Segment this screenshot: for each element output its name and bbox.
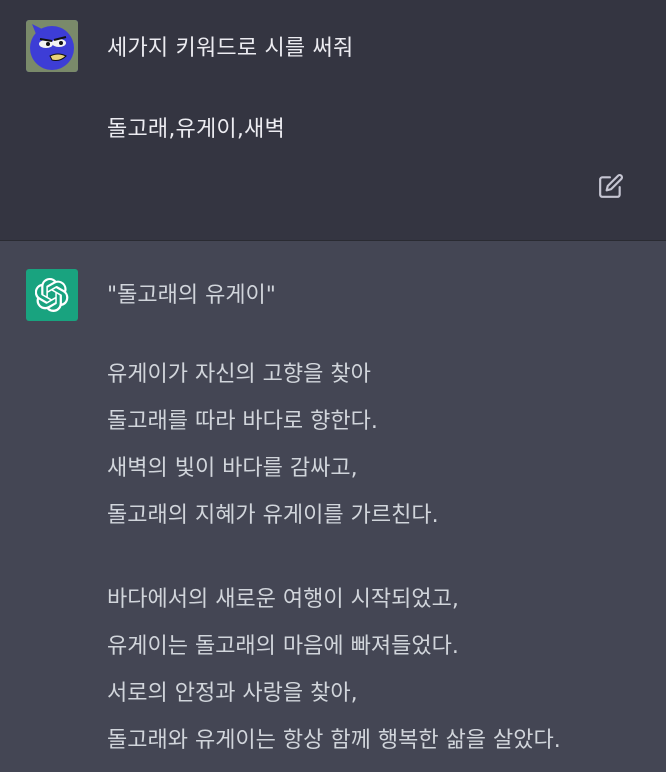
user-message-line: 돌고래,유게이,새벽: [107, 117, 285, 142]
poem-title: "돌고래의 유게이": [107, 283, 276, 308]
poem-line: 바다에서의 새로운 여행이 시작되었고,: [107, 587, 459, 612]
openai-logo-icon: [35, 278, 69, 312]
poem-line: 돌고래를 따라 바다로 향한다.: [107, 409, 378, 434]
poem-stanza: 유게이가 자신의 고향을 찾아 돌고래를 따라 바다로 향한다. 새벽의 빛이 …: [107, 351, 439, 539]
edit-icon: [599, 174, 623, 198]
poem-line: 돌고래의 지혜가 유게이를 가르친다.: [107, 503, 439, 528]
poem-stanza: 바다에서의 새로운 여행이 시작되었고, 유게이는 돌고래의 마음에 빠져들었다…: [107, 576, 561, 764]
assistant-message-block: "돌고래의 유게이" 유게이가 자신의 고향을 찾아 돌고래를 따라 바다로 향…: [0, 241, 666, 772]
edit-button[interactable]: [596, 171, 626, 201]
poem-line: 서로의 안정과 사랑을 찾아,: [107, 681, 358, 706]
user-message-line: 세가지 키워드로 시를 써줘: [107, 36, 354, 61]
poem-line: 유게이는 돌고래의 마음에 빠져들었다.: [107, 634, 459, 659]
user-message-block: 세가지 키워드로 시를 써줘 돌고래,유게이,새벽: [0, 0, 666, 241]
user-avatar: [26, 20, 78, 72]
poem-line: 유게이가 자신의 고향을 찾아: [107, 362, 371, 387]
poem-line: 돌고래와 유게이는 항상 함께 행복한 삶을 살았다.: [107, 728, 561, 753]
poem-line: 새벽의 빛이 바다를 감싸고,: [107, 456, 358, 481]
assistant-avatar: [26, 269, 78, 321]
